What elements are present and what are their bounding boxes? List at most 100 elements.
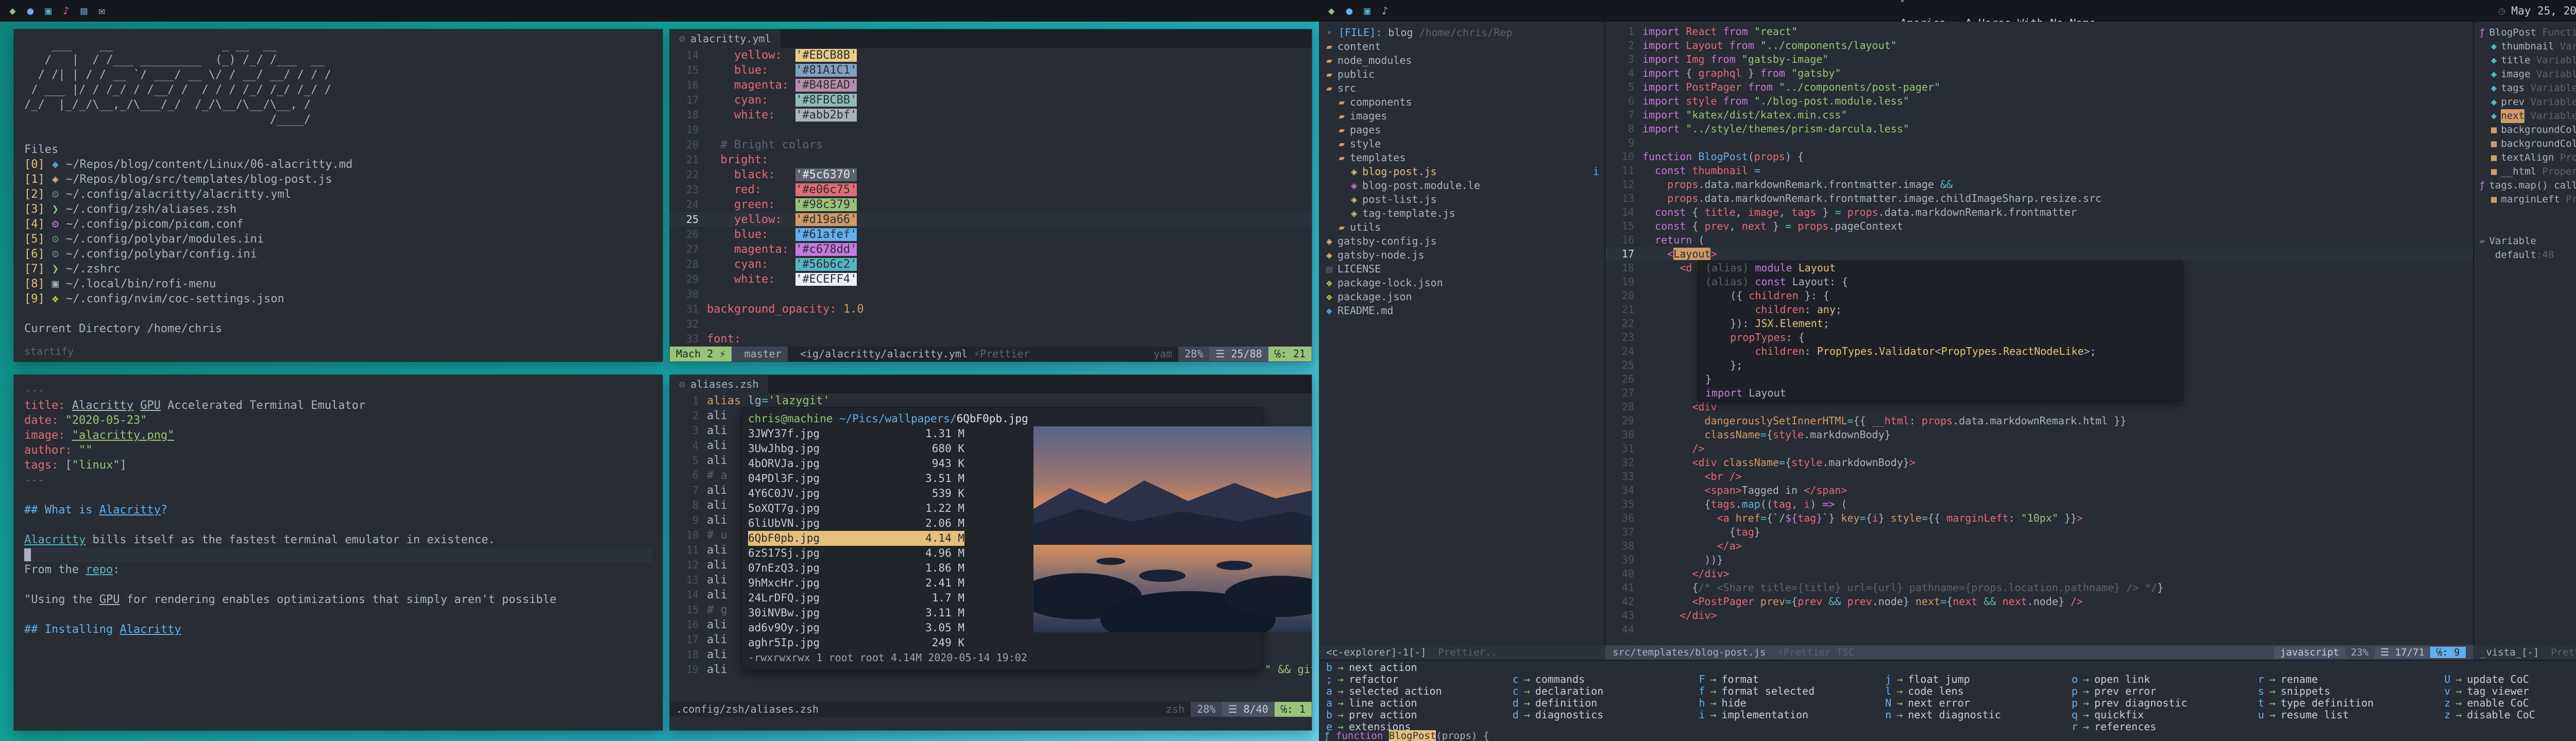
outline-symbol[interactable]: ■ marginLeft Property:36	[2479, 193, 2576, 206]
which-key-binding[interactable]: b→next action	[1326, 662, 1513, 674]
clock-module[interactable]: ◷ May 25, 2020 19:56	[2499, 5, 2576, 17]
which-key-binding[interactable]: h→hide	[1699, 697, 1885, 709]
workspace-icon[interactable]: ✉	[98, 5, 105, 17]
fzf-file-row[interactable]: 4bORVJa.jpg 943 K	[748, 456, 964, 471]
which-key-binding[interactable]: l→code lens	[1885, 685, 2072, 697]
explorer-item[interactable]: ▤ LICENSE	[1326, 262, 1604, 276]
which-key-binding[interactable]: n→next diagnostic	[1885, 709, 2072, 721]
buffer-tab[interactable]: ⚙ aliases.zsh	[670, 375, 768, 393]
which-key-binding[interactable]: ;→refactor	[1326, 674, 1513, 685]
explorer-item[interactable]: ▰ components	[1326, 95, 1604, 109]
explorer-item[interactable]: ◈ blog-post.module.le	[1326, 179, 1604, 193]
startify-file-entry[interactable]: [9] ❖ ~/.config/nvim/coc-settings.json	[24, 291, 652, 306]
which-key-binding[interactable]: v→tag viewer	[2444, 685, 2576, 697]
file-explorer-panel[interactable]: ▾ [FILE]: blog /home/chris/Rep ▰ content…	[1319, 22, 1605, 645]
explorer-item[interactable]: ▰ public	[1326, 67, 1604, 81]
fzf-file-row[interactable]: 6QbF0pb.jpg 4.14 M	[748, 531, 964, 546]
fzf-file-row[interactable]: 5oXQT7g.jpg 1.22 M	[748, 501, 964, 516]
workspace-icon[interactable]: ▣	[45, 5, 52, 17]
startify-file-entry[interactable]: [6] ⚙ ~/.config/polybar/config.ini	[24, 247, 652, 262]
outline-symbol[interactable]: ƒ tags.map() callback Function:35	[2479, 179, 2576, 193]
outline-symbol[interactable]: ◆ tags Variable:14	[2479, 81, 2576, 95]
fzf-file-row[interactable]: 07nEzQ3.jpg 1.86 M	[748, 561, 964, 576]
explorer-item[interactable]: ◆ README.md	[1326, 304, 1604, 318]
explorer-item[interactable]: ◈ blog-post.js i	[1326, 165, 1604, 179]
code-buffer[interactable]: 1 import React from "react" 2 import Lay…	[1605, 22, 2473, 645]
explorer-item[interactable]: ▰ src	[1326, 81, 1604, 95]
outline-symbol[interactable]: ◆ next Variable:15	[2479, 109, 2576, 123]
which-key-binding[interactable]: q→quickfix	[2072, 709, 2258, 721]
startify-file-entry[interactable]: [5] ⚙ ~/.config/polybar/modules.ini	[24, 232, 652, 247]
fzf-file-row[interactable]: 4Y6C0JV.jpg 539 K	[748, 486, 964, 501]
workspace-icon[interactable]: ●	[27, 5, 34, 17]
explorer-item[interactable]: ◈ gatsby-config.js	[1326, 234, 1604, 248]
fzf-file-row[interactable]: 3JWY37f.jpg 1.31 M	[748, 426, 964, 441]
explorer-item[interactable]: ❖ package-lock.json	[1326, 276, 1604, 290]
terminal-window-alacritty-yml[interactable]: ⚙ alacritty.yml 14 yellow: '#EBCB8B' 15 …	[670, 29, 1312, 361]
startify-file-entry[interactable]: [7] ❯ ~/.zshrc	[24, 262, 652, 277]
which-key-binding[interactable]: o→open link	[2072, 674, 2258, 685]
startify-file-entry[interactable]: [4] ⚙ ~/.config/picom/picom.conf	[24, 217, 652, 232]
which-key-binding[interactable]: c→declaration	[1513, 685, 1699, 697]
outline-symbol[interactable]: ◆ title Variable:14	[2479, 54, 2576, 67]
which-key-binding[interactable]: z→enable CoC	[2444, 697, 2576, 709]
workspace-icon[interactable]: ▤	[81, 5, 88, 17]
explorer-item[interactable]: ▰ images	[1326, 109, 1604, 123]
which-key-binding[interactable]: t→type definition	[2258, 697, 2445, 709]
workspace-icon[interactable]: ▣	[1364, 5, 1370, 17]
workspace-icon[interactable]: ♪	[63, 5, 70, 17]
startify-file-entry[interactable]: [2] ⚙ ~/.config/alacritty/alacritty.yml	[24, 187, 652, 202]
terminal-window-aliases-zsh[interactable]: ⚙ aliases.zsh 1 alias lg='lazygit' 2 ali…	[670, 375, 1312, 730]
which-key-binding[interactable]: r→rename	[2258, 674, 2445, 685]
which-key-binding[interactable]: F→format	[1699, 674, 1885, 685]
fzf-file-row[interactable]: 6zS17Sj.jpg 4.96 M	[748, 546, 964, 561]
startify-file-entry[interactable]: [1] ◈ ~/Repos/blog/src/templates/blog-po…	[24, 172, 652, 187]
fzf-file-row[interactable]: 24LrDFQ.jpg 1.7 M	[748, 591, 964, 606]
outline-symbol[interactable]: ◆ thumbnail Variable:11	[2479, 40, 2576, 54]
fzf-file-row[interactable]: 3UwJhbg.jpg 680 K	[748, 441, 964, 456]
fzf-prompt[interactable]: chris@machine ~/Pics/wallpapers/6QbF0pb.…	[748, 411, 1256, 426]
which-key-binding[interactable]: U→update CoC	[2444, 674, 2576, 685]
terminal-window-markdown[interactable]: --- title: Alacritty GPU Accelerated Ter…	[14, 375, 663, 730]
workspace-icon[interactable]: ◆	[1328, 5, 1335, 17]
fzf-file-row[interactable]: aghr5Ip.jpg 249 K	[748, 635, 964, 650]
workspace-icon[interactable]: ♪	[1382, 5, 1388, 17]
outline-symbol[interactable]: ▰ Variable	[2479, 234, 2576, 248]
which-key-binding[interactable]: f→format selected	[1699, 685, 1885, 697]
outline-symbol[interactable]: default :48	[2479, 248, 2576, 262]
outline-symbol[interactable]: ◆ image Variable:14	[2479, 67, 2576, 81]
explorer-item[interactable]: ▰ style	[1326, 137, 1604, 151]
which-key-binding[interactable]: j→float jump	[1885, 674, 2072, 685]
fzf-file-row[interactable]: ad6v9Oy.jpg 3.05 M	[748, 621, 964, 635]
startify-file-entry[interactable]: [8] ▣ ~/.local/bin/rofi-menu	[24, 277, 652, 291]
outline-symbol[interactable]: ◆ prev Variable:15	[2479, 95, 2576, 109]
which-key-binding[interactable]: c→commands	[1513, 674, 1699, 685]
outline-symbol[interactable]: ■ backgroundColor Property:24	[2479, 137, 2576, 151]
explorer-item[interactable]: ▰ pages	[1326, 123, 1604, 137]
fzf-file-row[interactable]: 9hMxcHr.jpg 2.41 M	[748, 576, 964, 591]
which-key-binding[interactable]: a→line action	[1326, 697, 1513, 709]
explorer-item[interactable]: ▰ node_modules	[1326, 54, 1604, 67]
which-key-binding[interactable]: a→selected action	[1326, 685, 1513, 697]
explorer-item[interactable]: ◈ tag-template.js	[1326, 206, 1604, 220]
workspace-icon[interactable]: ◆	[9, 5, 16, 17]
workspace-icon[interactable]: ●	[1346, 5, 1353, 17]
outline-symbol[interactable]: ■ backgroundColor Property:21	[2479, 123, 2576, 137]
explorer-item[interactable]: ▰ content	[1326, 40, 1604, 54]
which-key-binding[interactable]: z→disable CoC	[2444, 709, 2576, 721]
explorer-item[interactable]: ❖ package.json	[1326, 290, 1604, 304]
explorer-item[interactable]: ▰ templates	[1326, 151, 1604, 165]
which-key-binding[interactable]: d→definition	[1513, 697, 1699, 709]
which-key-binding[interactable]: b→prev action	[1326, 709, 1513, 721]
symbol-outline-panel[interactable]: ƒ BlogPost Function:10 ◆ thumbnail Varia…	[2473, 22, 2576, 645]
which-key-binding[interactable]: u→resume list	[2258, 709, 2445, 721]
which-key-binding[interactable]: p→prev diagnostic	[2072, 697, 2258, 709]
yml-buffer[interactable]: 14 yellow: '#EBCB8B' 15 blue: '#81A1C1' …	[670, 48, 1312, 347]
startify-file-entry[interactable]: [3] ❯ ~/.config/zsh/aliases.zsh	[24, 202, 652, 217]
terminal-window-startify[interactable]: ___ __ _ __ __ / | / /___ _________ (_) …	[14, 29, 663, 361]
which-key-binding[interactable]: N→next error	[1885, 697, 2072, 709]
outline-symbol[interactable]: ƒ BlogPost Function:10	[2479, 26, 2576, 40]
buffer-tab[interactable]: ⚙ alacritty.yml	[670, 29, 781, 48]
explorer-item[interactable]: ▰ utils	[1326, 220, 1604, 234]
explorer-item[interactable]: ◈ post-list.js	[1326, 193, 1604, 206]
